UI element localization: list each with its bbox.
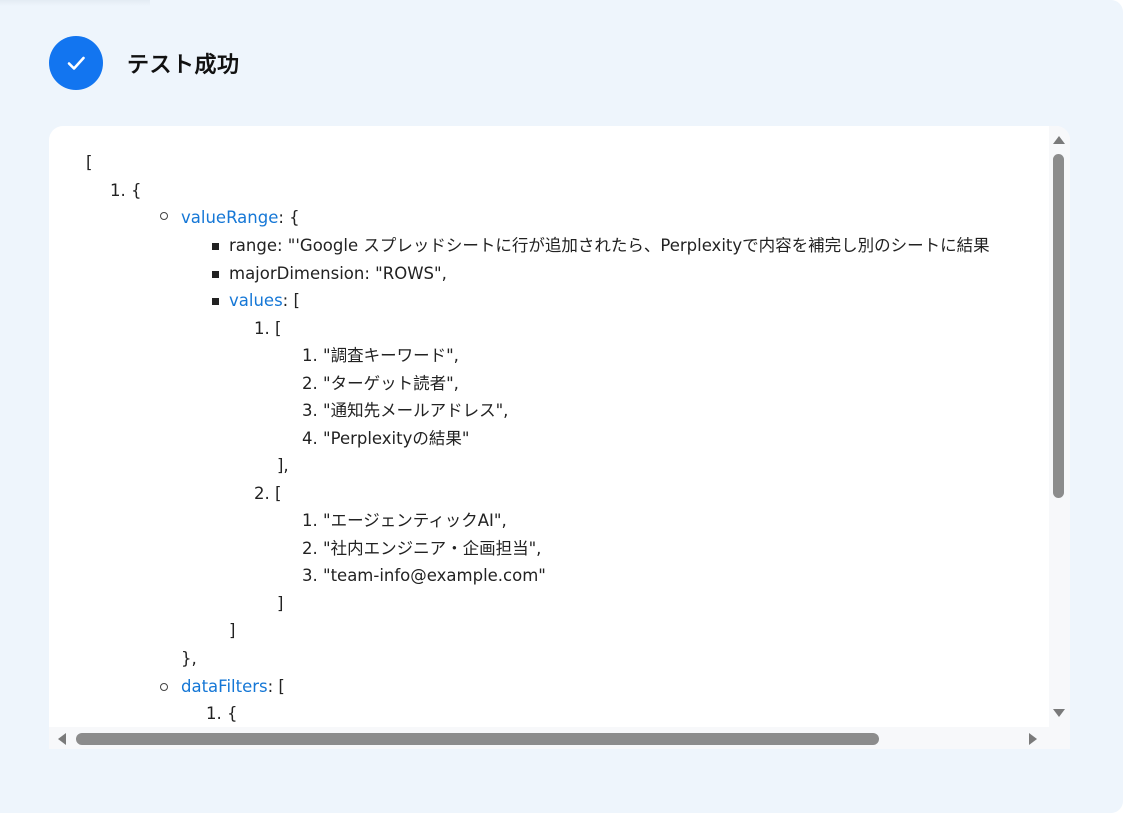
circle-bullet: [160, 683, 168, 691]
row-close: ],: [277, 456, 289, 475]
data-filters-line: dataFilters: [: [181, 677, 285, 697]
data-filters-key: dataFilters: [181, 677, 268, 696]
values-line: values: [: [229, 291, 300, 311]
scroll-right-icon[interactable]: [1029, 733, 1037, 745]
list-item: 1. {: [110, 181, 142, 200]
value-range-line: valueRange: {: [181, 208, 300, 228]
value-range-close: },: [181, 649, 197, 668]
list-item: 2. "社内エンジニア・企画担当",: [302, 539, 542, 558]
square-bullet: [212, 298, 219, 305]
horizontal-scroll-thumb[interactable]: [76, 733, 879, 745]
status-header: テスト成功: [49, 36, 240, 90]
horizontal-scrollbar[interactable]: [49, 727, 1070, 749]
circle-bullet: [160, 212, 168, 220]
list-item: 3. "通知先メールアドレス",: [302, 401, 509, 420]
result-page: テスト成功 [ 1. { valueRange: { range: "'Goog…: [0, 0, 1123, 813]
list-item: 3. "team-info@example.com": [302, 566, 546, 585]
value-range-key: valueRange: [181, 208, 279, 227]
major-dimension-line: majorDimension: "ROWS",: [229, 264, 447, 283]
square-bullet: [212, 271, 219, 278]
list-item: 2. "ターゲット読者",: [302, 374, 459, 393]
scroll-down-icon[interactable]: [1053, 709, 1065, 717]
vertical-scroll-thumb[interactable]: [1053, 154, 1064, 498]
value-range-open: : {: [278, 208, 300, 227]
square-bullet: [212, 243, 219, 250]
status-title: テスト成功: [127, 53, 240, 78]
top-shadow: [0, 0, 150, 6]
scroll-left-icon[interactable]: [58, 733, 66, 745]
json-tree: [ 1. { valueRange: { range: "'Google スプレ…: [49, 126, 1048, 727]
open-bracket: [: [86, 153, 93, 172]
range-line: range: "'Google スプレッドシートに行が追加されたら、Perple…: [229, 236, 990, 255]
row-close: ]: [277, 594, 284, 613]
list-item: 1. {: [206, 704, 238, 723]
json-output-panel[interactable]: [ 1. { valueRange: { range: "'Google スプレ…: [49, 126, 1070, 749]
row-open: 2. [: [254, 484, 282, 503]
list-item: 1. "調査キーワード",: [302, 346, 459, 365]
values-open: : [: [282, 291, 300, 310]
vertical-scrollbar[interactable]: [1049, 126, 1070, 727]
values-close: ]: [229, 621, 236, 640]
values-key: values: [229, 291, 283, 310]
scroll-up-icon[interactable]: [1053, 136, 1065, 144]
data-filters-open: : [: [267, 677, 285, 696]
check-icon: [49, 36, 103, 90]
row-open: 1. [: [254, 319, 282, 338]
list-item: 1. "エージェンティックAI",: [302, 511, 507, 530]
list-item: 4. "Perplexityの結果": [302, 429, 470, 448]
